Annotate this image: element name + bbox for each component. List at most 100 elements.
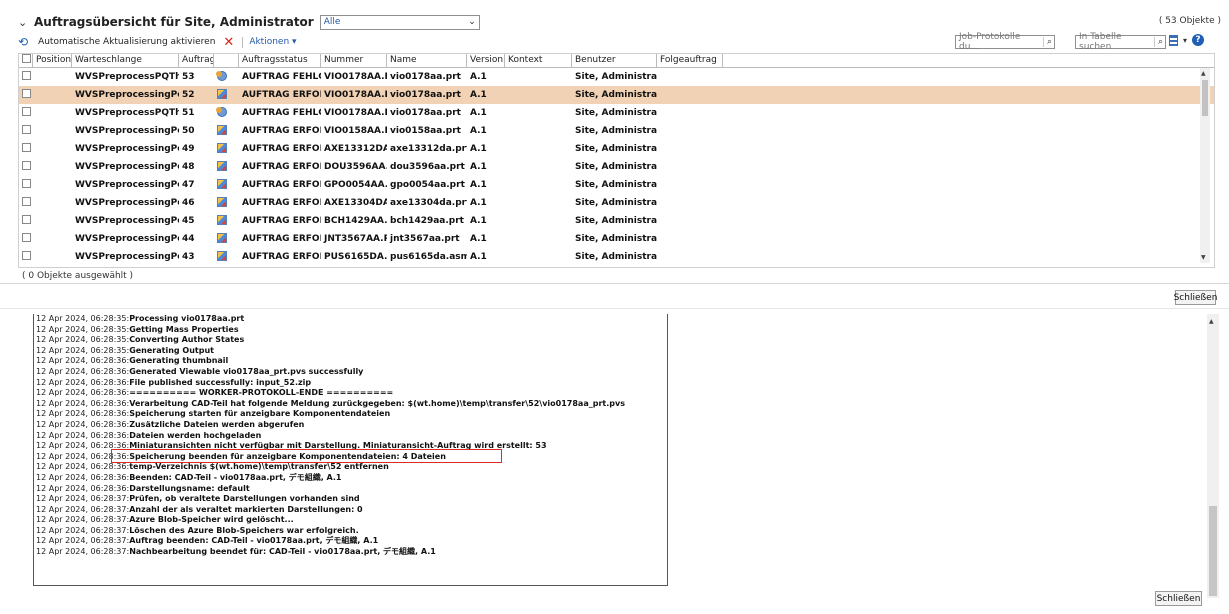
cell-name[interactable]: vio0178aa.prt xyxy=(387,72,467,82)
row-checkbox[interactable] xyxy=(19,143,33,155)
delete-icon[interactable]: ✕ xyxy=(223,35,234,50)
close-button-bottom[interactable]: Schließen xyxy=(1155,591,1202,606)
table-row[interactable]: WVSPreprocessPQThumbnailL51 AUFTRAG FEHLG… xyxy=(19,104,1214,122)
row-checkbox[interactable] xyxy=(19,125,33,137)
row-checkbox[interactable] xyxy=(19,215,33,227)
thumbnail-success-icon[interactable] xyxy=(217,160,227,171)
log-message: Anzahl der als veraltet markierten Darst… xyxy=(129,504,363,514)
thumbnail-success-icon[interactable] xyxy=(217,142,227,153)
scroll-up-icon[interactable]: ▲ xyxy=(1209,318,1214,325)
cell-number[interactable]: DOU3596AA.PRT xyxy=(321,162,387,172)
row-checkbox[interactable] xyxy=(19,251,33,263)
cell-queue: WVSPreprocessingPoolQueueL xyxy=(75,234,179,244)
table-row[interactable]: WVSPreprocessingPoolQueueL50 AUFTRAG ERFO… xyxy=(19,122,1214,140)
cell-name[interactable]: dou3596aa.prt xyxy=(387,162,467,172)
cell-number[interactable]: AXE13304DA.PRT xyxy=(321,198,387,208)
table-row[interactable]: WVSPreprocessingPoolQueueL43 AUFTRAG ERFO… xyxy=(19,248,1214,266)
context-select[interactable]: Alle ⌄ xyxy=(319,14,480,30)
column-header-context[interactable]: Kontext xyxy=(505,54,572,67)
thumbnail-success-icon[interactable] xyxy=(217,232,227,243)
thumbnail-success-icon[interactable] xyxy=(217,250,227,261)
cell-name[interactable]: axe13304da.prt xyxy=(387,198,467,208)
column-header-position[interactable]: Position xyxy=(33,54,72,67)
column-header-user[interactable]: Benutzer xyxy=(572,54,657,67)
cell-version: A.1 xyxy=(470,126,487,136)
thumbnail-success-icon[interactable] xyxy=(217,178,227,189)
job-log-search-input[interactable]: Job-Protokolle du... ⌕ xyxy=(955,32,1055,52)
search-icon[interactable]: ⌕ xyxy=(1153,37,1163,47)
cell-number[interactable]: PUS6165DA.ASM xyxy=(321,252,387,262)
table-row[interactable]: WVSPreprocessPQThumbnailL53 AUFTRAG FEHLG… xyxy=(19,68,1214,86)
cell-name[interactable]: bch1429aa.prt xyxy=(387,216,467,226)
scrollbar-thumb[interactable] xyxy=(1209,506,1217,596)
help-icon[interactable]: ? xyxy=(1192,34,1205,46)
table-row[interactable]: WVSPreprocessingPoolQueueL47 AUFTRAG ERFO… xyxy=(19,176,1214,194)
cell-number[interactable]: JNT3567AA.PRT xyxy=(321,234,387,244)
column-header-status[interactable]: Auftragsstatus xyxy=(239,54,321,67)
column-header-queue[interactable]: Warteschlange xyxy=(72,54,179,67)
table-row[interactable]: WVSPreprocessingPoolQueueL49 AUFTRAG ERFO… xyxy=(19,140,1214,158)
chevron-down-icon[interactable]: ▾ xyxy=(1183,36,1187,45)
cell-icon xyxy=(214,250,239,264)
cell-number[interactable]: VIO0178AA.PRT xyxy=(321,108,387,118)
cell-name[interactable]: gpo0054aa.prt xyxy=(387,180,467,190)
table-row[interactable]: WVSPreprocessingPoolQueueL48 AUFTRAG ERFO… xyxy=(19,158,1214,176)
cell-number[interactable]: BCH1429AA.PRT xyxy=(321,216,387,226)
column-header-follow-job[interactable]: Folgeauftrag xyxy=(657,54,723,67)
row-checkbox[interactable] xyxy=(19,107,33,119)
cell-name[interactable]: vio0178aa.prt xyxy=(387,108,467,118)
cell-number[interactable]: AXE13312DA.PRT xyxy=(321,144,387,154)
table-search-input[interactable]: In Tabelle suchen ⌕ xyxy=(1075,32,1166,52)
log-timestamp: 12 Apr 2024, 06:28:36: xyxy=(36,366,130,376)
actions-menu[interactable]: Aktionen ▾ xyxy=(249,37,296,47)
row-checkbox[interactable] xyxy=(19,161,33,173)
cell-number[interactable]: VIO0178AA.PRT xyxy=(321,90,387,100)
cell-icon xyxy=(214,214,239,228)
cell-version: A.1 xyxy=(470,216,487,226)
column-header-number[interactable]: Nummer xyxy=(321,54,387,67)
refresh-icon[interactable]: ⟲ xyxy=(18,35,28,49)
table-row[interactable]: WVSPreprocessingPoolQueueL44 AUFTRAG ERFO… xyxy=(19,230,1214,248)
cell-number[interactable]: VIO0158AA.PRT xyxy=(321,126,387,136)
thumbnail-success-icon[interactable] xyxy=(217,196,227,207)
row-checkbox[interactable] xyxy=(19,233,33,245)
cell-name[interactable]: jnt3567aa.prt xyxy=(387,234,467,244)
row-checkbox[interactable] xyxy=(19,89,33,101)
cell-number[interactable]: GPO0054AA.PRT xyxy=(321,180,387,190)
scroll-up-icon[interactable]: ▲ xyxy=(1201,70,1206,77)
log-message: Darstellungsname: default xyxy=(129,483,250,493)
auto-refresh-button[interactable]: Automatische Aktualisierung aktivieren xyxy=(38,37,215,47)
cell-number[interactable]: VIO0178AA.PRT xyxy=(321,72,387,82)
table-row[interactable]: WVSPreprocessingPoolQueueL46 AUFTRAG ERFO… xyxy=(19,194,1214,212)
search-icon[interactable]: ⌕ xyxy=(1042,37,1052,47)
close-button-top[interactable]: Schließen xyxy=(1174,290,1217,305)
row-checkbox[interactable] xyxy=(19,71,33,83)
thumbnail-success-icon[interactable] xyxy=(217,124,227,135)
cell-status: AUFTRAG ERFOLGRE xyxy=(242,234,321,244)
select-all-checkbox[interactable] xyxy=(19,54,33,67)
log-line: 12 Apr 2024, 06:28:35:Converting Author … xyxy=(36,335,667,346)
column-header-name[interactable]: Name xyxy=(387,54,467,67)
column-settings-icon[interactable] xyxy=(1169,34,1178,46)
column-header-job[interactable]: Auftrag xyxy=(179,54,214,67)
thumbnail-success-icon[interactable] xyxy=(217,88,227,99)
scroll-down-icon[interactable]: ▼ xyxy=(1201,254,1206,261)
log-scrollbar[interactable]: ▲ xyxy=(1207,314,1219,598)
cell-name[interactable]: vio0178aa.prt xyxy=(387,90,467,100)
thumbnail-failed-icon[interactable] xyxy=(216,70,227,81)
row-checkbox[interactable] xyxy=(19,197,33,209)
log-timestamp: 12 Apr 2024, 06:28:37: xyxy=(36,525,130,535)
cell-name[interactable]: pus6165da.asm xyxy=(387,252,467,262)
thumbnail-success-icon[interactable] xyxy=(217,214,227,225)
table-row[interactable]: WVSPreprocessingPoolQueueL52 AUFTRAG ERFO… xyxy=(19,86,1214,104)
collapse-chevron-icon[interactable]: ⌄ xyxy=(18,16,28,29)
column-header-version[interactable]: Version xyxy=(467,54,505,67)
column-header-icon[interactable] xyxy=(214,54,239,67)
cell-name[interactable]: axe13312da.prt xyxy=(387,144,467,154)
cell-name[interactable]: vio0158aa.prt xyxy=(387,126,467,136)
scrollbar-thumb[interactable] xyxy=(1202,80,1208,116)
row-checkbox[interactable] xyxy=(19,179,33,191)
table-scrollbar[interactable]: ▲ ▼ xyxy=(1200,68,1210,263)
thumbnail-failed-icon[interactable] xyxy=(216,106,227,117)
table-row[interactable]: WVSPreprocessingPoolQueueL45 AUFTRAG ERFO… xyxy=(19,212,1214,230)
